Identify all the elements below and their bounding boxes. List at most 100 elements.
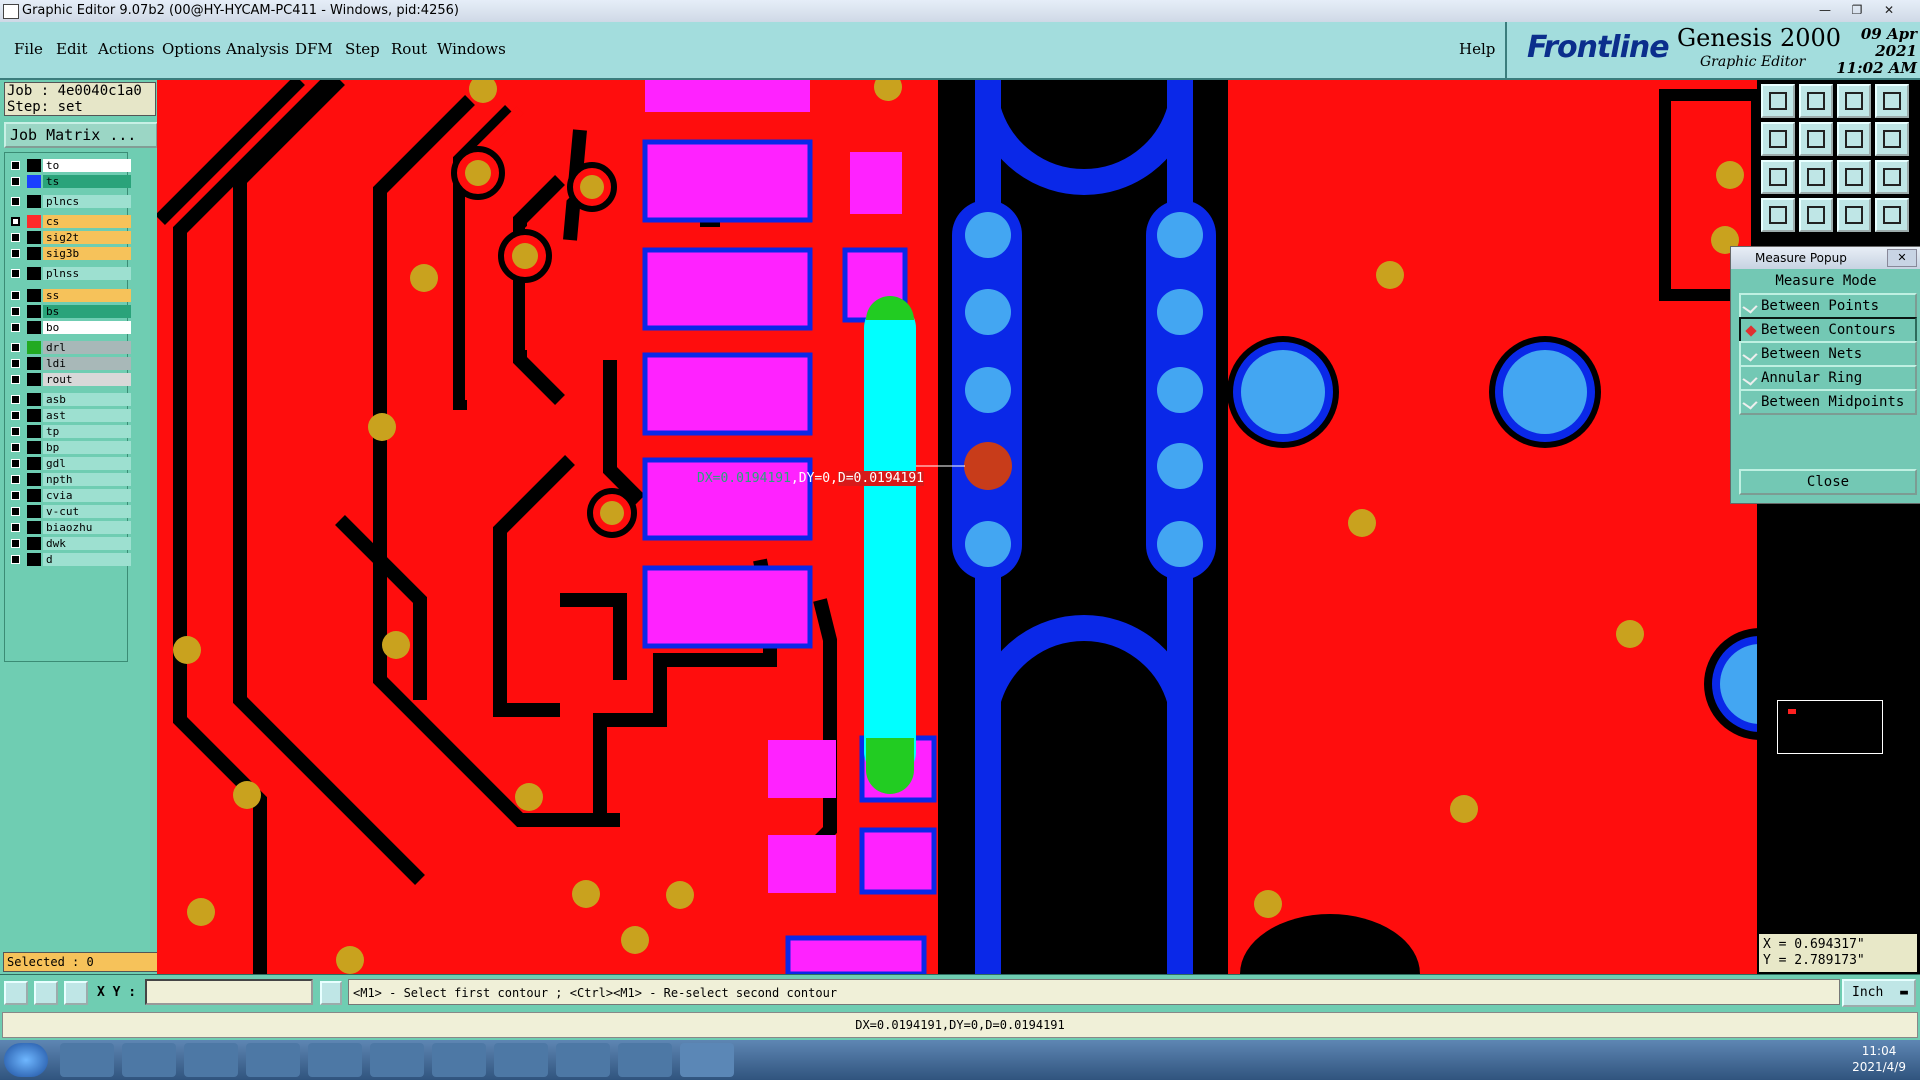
- graphic-canvas[interactable]: DX=0.0194191,DY=0,D=0.0194191: [157, 80, 1757, 974]
- zoom-out-button[interactable]: [1799, 84, 1833, 118]
- snap-mode-button[interactable]: [34, 981, 58, 1005]
- checkbox-icon[interactable]: [11, 555, 20, 564]
- zoom-in-button[interactable]: [1761, 84, 1795, 118]
- menu-step[interactable]: Step: [345, 40, 380, 58]
- layer-row-asb[interactable]: asb: [9, 393, 131, 406]
- layer-row-sig2t[interactable]: sig2t: [9, 231, 131, 244]
- checkbox-icon[interactable]: [11, 523, 20, 532]
- window-button[interactable]: [1875, 84, 1909, 118]
- checkbox-icon[interactable]: [11, 197, 20, 206]
- scale-button[interactable]: [1837, 160, 1871, 194]
- layer-name[interactable]: gdl: [43, 457, 131, 470]
- taskbar-app-1[interactable]: [60, 1043, 114, 1077]
- taskbar-app-8[interactable]: [494, 1043, 548, 1077]
- layer-row-to[interactable]: to: [9, 159, 131, 172]
- layer-row-bp[interactable]: bp: [9, 441, 131, 454]
- maximize-icon[interactable]: ❐: [1846, 2, 1868, 18]
- pan-right-button[interactable]: [1799, 122, 1833, 156]
- taskbar-app-5[interactable]: [308, 1043, 362, 1077]
- taskbar-app-3[interactable]: [184, 1043, 238, 1077]
- layer-name[interactable]: v-cut: [43, 505, 131, 518]
- menu-help[interactable]: Help: [1459, 40, 1495, 58]
- close-icon[interactable]: ✕: [1878, 2, 1900, 18]
- taskbar-app-11[interactable]: [680, 1043, 734, 1077]
- pan-left-button[interactable]: [1761, 122, 1795, 156]
- unit-selector[interactable]: Inch ▬: [1842, 979, 1916, 1007]
- layer-up-button[interactable]: [1837, 198, 1871, 232]
- checkbox-icon[interactable]: [11, 459, 20, 468]
- measure-option-between-nets[interactable]: Between Nets: [1739, 341, 1917, 367]
- measure-option-between-midpoints[interactable]: Between Midpoints: [1739, 389, 1917, 415]
- layer-name[interactable]: tp: [43, 425, 131, 438]
- layer-name[interactable]: npth: [43, 473, 131, 486]
- layer-name[interactable]: asb: [43, 393, 131, 406]
- checkbox-icon[interactable]: [11, 217, 20, 226]
- menu-file[interactable]: File: [14, 40, 43, 58]
- checkbox-icon[interactable]: [11, 375, 20, 384]
- layer-row-sig3b[interactable]: sig3b: [9, 247, 131, 260]
- layer-name[interactable]: cs: [43, 215, 131, 228]
- layer-row-cs[interactable]: cs: [9, 215, 131, 228]
- measure-option-between-points[interactable]: Between Points: [1739, 293, 1917, 319]
- start-icon[interactable]: [4, 1043, 48, 1077]
- measure-option-between-contours[interactable]: Between Contours: [1739, 317, 1917, 343]
- layer-row-dwk[interactable]: dwk: [9, 537, 131, 550]
- checkbox-icon[interactable]: [11, 161, 20, 170]
- checkbox-icon[interactable]: [11, 343, 20, 352]
- checkbox-icon[interactable]: [11, 307, 20, 316]
- center-button[interactable]: [1799, 160, 1833, 194]
- help-button[interactable]: [1875, 160, 1909, 194]
- layer-row-ss[interactable]: ss: [9, 289, 131, 302]
- checkbox-icon[interactable]: [11, 269, 20, 278]
- job-matrix-button[interactable]: Job Matrix ...: [4, 122, 158, 148]
- checkbox-icon[interactable]: [11, 233, 20, 242]
- menu-windows[interactable]: Windows: [437, 40, 506, 58]
- layer-row-cvia[interactable]: cvia: [9, 489, 131, 502]
- minimize-icon[interactable]: —: [1814, 2, 1836, 18]
- popup-title-bar[interactable]: Measure Popup ✕: [1731, 247, 1920, 269]
- checkbox-icon[interactable]: [11, 249, 20, 258]
- layer-row-ast[interactable]: ast: [9, 409, 131, 422]
- menu-actions[interactable]: Actions: [98, 40, 154, 58]
- close-icon[interactable]: ✕: [1887, 249, 1917, 267]
- layer-down-button[interactable]: [1875, 198, 1909, 232]
- measure-button[interactable]: [1761, 198, 1795, 232]
- layer-name[interactable]: drl: [43, 341, 131, 354]
- layer-name[interactable]: bo: [43, 321, 131, 334]
- checkbox-icon[interactable]: [11, 291, 20, 300]
- taskbar-app-4[interactable]: [246, 1043, 300, 1077]
- taskbar-app-6[interactable]: [370, 1043, 424, 1077]
- checkbox-icon[interactable]: [11, 475, 20, 484]
- taskbar-app-2[interactable]: [122, 1043, 176, 1077]
- measure-option-annular-ring[interactable]: Annular Ring: [1739, 365, 1917, 391]
- select-mode-button[interactable]: [4, 981, 28, 1005]
- home-button[interactable]: [1837, 84, 1871, 118]
- layer-row-d[interactable]: d: [9, 553, 131, 566]
- fit-button[interactable]: [1761, 160, 1795, 194]
- layer-name[interactable]: ldi: [43, 357, 131, 370]
- layer-row-ts[interactable]: ts: [9, 175, 131, 188]
- layer-name[interactable]: plncs: [43, 195, 131, 208]
- xy-input[interactable]: [145, 979, 313, 1005]
- snap-button[interactable]: [1875, 122, 1909, 156]
- checkbox-icon[interactable]: [11, 395, 20, 404]
- layer-name[interactable]: ast: [43, 409, 131, 422]
- layer-name[interactable]: cvia: [43, 489, 131, 502]
- layer-row-biaozhu[interactable]: biaozhu: [9, 521, 131, 534]
- layer-row-ldi[interactable]: ldi: [9, 357, 131, 370]
- layer-name[interactable]: d: [43, 553, 131, 566]
- layer-name[interactable]: sig3b: [43, 247, 131, 260]
- layer-row-plncs[interactable]: plncs: [9, 195, 131, 208]
- layer-name[interactable]: sig2t: [43, 231, 131, 244]
- taskbar-app-7[interactable]: [432, 1043, 486, 1077]
- menu-edit[interactable]: Edit: [56, 40, 87, 58]
- menu-analysis[interactable]: Analysis: [226, 40, 289, 58]
- layer-row-gdl[interactable]: gdl: [9, 457, 131, 470]
- checkbox-icon[interactable]: [11, 359, 20, 368]
- checkbox-icon[interactable]: [11, 507, 20, 516]
- checkbox-icon[interactable]: [11, 443, 20, 452]
- checkbox-icon[interactable]: [11, 427, 20, 436]
- checkbox-icon[interactable]: [11, 491, 20, 500]
- checkbox-icon[interactable]: [11, 411, 20, 420]
- layer-name[interactable]: plnss: [43, 267, 131, 280]
